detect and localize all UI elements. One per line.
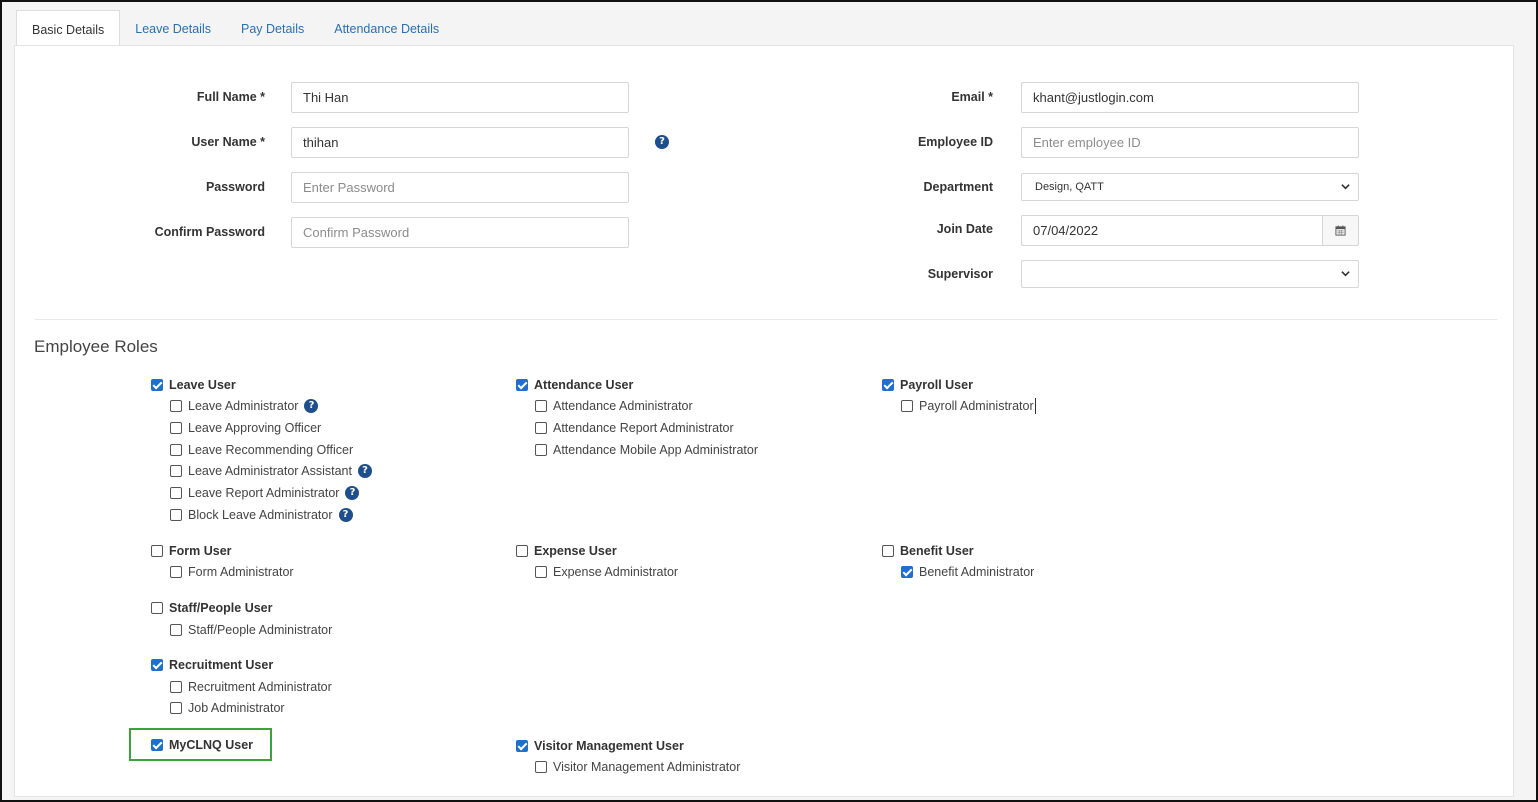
role-form-user[interactable]: Form User — [151, 543, 232, 559]
checkbox[interactable] — [170, 465, 182, 477]
employee-id-input[interactable]: Enter employee ID — [1021, 127, 1359, 158]
confirm-password-input[interactable]: Confirm Password — [291, 217, 629, 248]
checkbox[interactable] — [170, 624, 182, 636]
checkbox[interactable] — [170, 702, 182, 714]
checkbox[interactable] — [170, 444, 182, 456]
checkbox[interactable] — [151, 602, 163, 614]
help-icon[interactable]: ? — [338, 508, 353, 522]
employee-id-label: Employee ID — [917, 135, 993, 149]
checkbox[interactable] — [882, 545, 894, 557]
text-cursor — [1034, 398, 1036, 414]
password-label: Password — [205, 180, 265, 194]
checkbox-checked[interactable] — [882, 379, 894, 391]
chevron-down-icon — [1341, 271, 1350, 277]
checkbox[interactable] — [901, 400, 913, 412]
role-staff-people-user[interactable]: Staff/People User — [151, 600, 273, 616]
user-name-label: User Name * — [191, 135, 265, 149]
role-attendance-mobile-app-administrator[interactable]: Attendance Mobile App Administrator — [535, 442, 758, 458]
tab-basic-details[interactable]: Basic Details — [16, 10, 121, 48]
employee-roles-title: Employee Roles — [34, 337, 158, 356]
department-select[interactable]: Design, QATT — [1021, 173, 1359, 201]
email-label: Email * — [951, 90, 993, 104]
role-staff-people-administrator[interactable]: Staff/People Administrator — [170, 622, 332, 638]
full-name-label: Full Name * — [196, 90, 265, 104]
checkbox[interactable] — [535, 400, 547, 412]
role-leave-administrator-assistant[interactable]: Leave Administrator Assistant ? — [170, 463, 372, 479]
checkbox[interactable] — [535, 566, 547, 578]
checkbox[interactable] — [516, 545, 528, 557]
password-input[interactable]: Enter Password — [291, 172, 629, 203]
role-benefit-administrator[interactable]: Benefit Administrator — [901, 564, 1034, 580]
help-icon[interactable]: ? — [304, 399, 319, 413]
calendar-icon — [1335, 225, 1346, 236]
basic-details-panel: Full Name * Thi Han User Name * thihan ?… — [14, 45, 1514, 797]
supervisor-select[interactable] — [1021, 260, 1359, 288]
checkbox[interactable] — [535, 444, 547, 456]
checkbox-checked[interactable] — [151, 659, 163, 671]
email-input[interactable]: khant@justlogin.com — [1021, 82, 1359, 113]
checkbox-checked[interactable] — [516, 740, 528, 752]
checkbox-checked[interactable] — [901, 566, 913, 578]
user-name-help-icon[interactable]: ? — [655, 135, 669, 149]
checkbox[interactable] — [151, 545, 163, 557]
help-icon[interactable]: ? — [357, 464, 372, 478]
checkbox[interactable] — [170, 566, 182, 578]
tab-leave-details[interactable]: Leave Details — [120, 10, 226, 48]
tab-pay-details[interactable]: Pay Details — [226, 10, 319, 48]
role-leave-recommending-officer[interactable]: Leave Recommending Officer — [170, 442, 353, 458]
role-attendance-administrator[interactable]: Attendance Administrator — [535, 398, 693, 414]
checkbox-checked[interactable] — [151, 379, 163, 391]
checkbox[interactable] — [170, 487, 182, 499]
role-block-leave-administrator[interactable]: Block Leave Administrator ? — [170, 507, 353, 523]
department-label: Department — [923, 180, 993, 194]
role-attendance-user[interactable]: Attendance User — [516, 377, 633, 393]
role-recruitment-administrator[interactable]: Recruitment Administrator — [170, 679, 332, 695]
role-leave-report-administrator[interactable]: Leave Report Administrator ? — [170, 485, 360, 501]
role-expense-user[interactable]: Expense User — [516, 543, 617, 559]
checkbox[interactable] — [170, 422, 182, 434]
checkbox[interactable] — [535, 761, 547, 773]
role-payroll-user[interactable]: Payroll User — [882, 377, 973, 393]
myclnq-highlight-box — [129, 728, 272, 761]
role-leave-user[interactable]: Leave User — [151, 377, 236, 393]
department-value: Design, QATT — [1035, 181, 1104, 193]
tab-bar: Basic Details Leave Details Pay Details … — [16, 10, 454, 48]
role-expense-administrator[interactable]: Expense Administrator — [535, 564, 678, 580]
checkbox[interactable] — [170, 509, 182, 521]
checkbox[interactable] — [170, 400, 182, 412]
role-benefit-user[interactable]: Benefit User — [882, 543, 974, 559]
date-picker-button[interactable] — [1322, 215, 1359, 246]
user-name-input[interactable]: thihan — [291, 127, 629, 158]
join-date-input[interactable]: 07/04/2022 — [1021, 215, 1323, 246]
role-form-administrator[interactable]: Form Administrator — [170, 564, 294, 580]
confirm-password-label: Confirm Password — [154, 225, 265, 239]
checkbox[interactable] — [170, 681, 182, 693]
chevron-down-icon — [1341, 184, 1350, 190]
full-name-input[interactable]: Thi Han — [291, 82, 629, 113]
role-leave-approving-officer[interactable]: Leave Approving Officer — [170, 420, 321, 436]
tab-attendance-details[interactable]: Attendance Details — [319, 10, 454, 48]
section-divider — [35, 319, 1497, 320]
role-job-administrator[interactable]: Job Administrator — [170, 700, 285, 716]
role-visitor-management-administrator[interactable]: Visitor Management Administrator — [535, 759, 740, 775]
help-icon[interactable]: ? — [345, 486, 360, 500]
role-visitor-management-user[interactable]: Visitor Management User — [516, 738, 684, 754]
supervisor-label: Supervisor — [927, 267, 993, 281]
checkbox-checked[interactable] — [516, 379, 528, 391]
checkbox[interactable] — [535, 422, 547, 434]
role-recruitment-user[interactable]: Recruitment User — [151, 657, 273, 673]
join-date-label: Join Date — [936, 222, 993, 236]
role-attendance-report-administrator[interactable]: Attendance Report Administrator — [535, 420, 734, 436]
role-leave-administrator[interactable]: Leave Administrator ? — [170, 398, 319, 414]
role-payroll-administrator[interactable]: Payroll Administrator — [901, 398, 1036, 414]
